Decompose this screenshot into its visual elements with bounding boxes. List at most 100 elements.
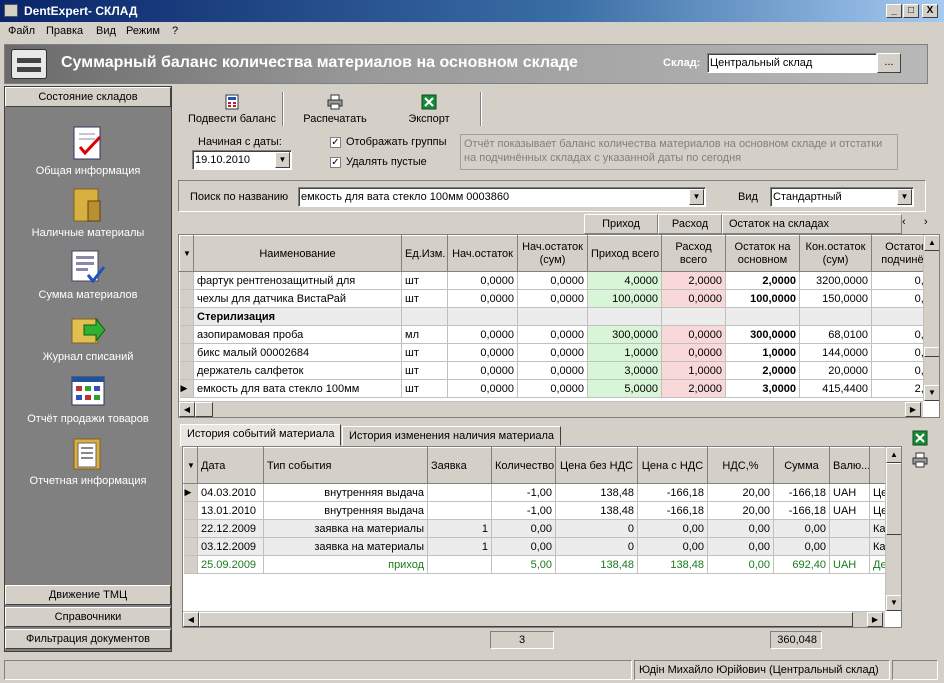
menu-help[interactable]: ? — [172, 25, 178, 37]
col-quantity[interactable]: Количество — [491, 447, 556, 484]
nav-cash-materials[interactable]: Наличные материалы — [5, 187, 171, 239]
menu-file[interactable]: Файл — [8, 25, 35, 37]
row-selector[interactable]: ▶ — [179, 379, 194, 398]
table-row[interactable]: 22.12.2009 заявка на материалы 1 0,00 0 0,00 0… — [183, 519, 886, 538]
row-selector[interactable] — [183, 519, 198, 538]
section-movement[interactable]: Движение ТМЦ — [5, 585, 171, 605]
col-name[interactable]: Наименование — [193, 235, 402, 272]
menu-edit[interactable]: Правка — [46, 25, 83, 37]
maximize-button[interactable]: □ — [903, 4, 919, 18]
export-button[interactable]: Экспорт — [402, 94, 456, 125]
col-vat[interactable]: НДС,% — [707, 447, 774, 484]
row-selector[interactable] — [179, 343, 194, 362]
warehouse-browse-button[interactable]: ... — [877, 53, 901, 73]
tab-availability-history[interactable]: История изменения наличия материала — [342, 426, 562, 446]
show-groups-checkbox[interactable]: ✓ — [330, 137, 341, 148]
chevron-down-icon[interactable]: ▼ — [924, 385, 939, 401]
horizontal-scrollbar[interactable]: ◀ ▶ — [179, 401, 923, 417]
cell-event-type: внутренняя выдача — [263, 501, 428, 520]
from-date-label: Начиная с даты: — [198, 136, 282, 148]
col-price-net[interactable]: Цена без НДС — [555, 447, 638, 484]
row-selector[interactable] — [179, 325, 194, 344]
chevron-left-icon[interactable]: ◀ — [179, 402, 195, 417]
scroll-thumb[interactable] — [199, 612, 853, 627]
col-start-sum[interactable]: Нач.остаток (сум) — [517, 235, 588, 272]
nav-general-info[interactable]: Общая информация — [5, 125, 171, 177]
row-selector[interactable] — [179, 289, 194, 308]
close-button[interactable]: X — [922, 4, 938, 18]
excel-icon[interactable] — [912, 430, 930, 448]
warehouse-label: Склад: — [663, 57, 701, 69]
tab-event-history[interactable]: История событий материала — [180, 424, 342, 446]
col-income[interactable]: Приход всего — [587, 235, 662, 272]
search-input[interactable]: емкость для вата стекло 100мм 0003860 ▼ — [298, 187, 706, 207]
row-selector-header[interactable]: ▼ — [179, 235, 194, 272]
scroll-thumb[interactable] — [886, 463, 901, 535]
print-button[interactable]: Распечатать — [300, 94, 370, 125]
chevron-up-icon[interactable]: ▲ — [924, 235, 939, 251]
table-row[interactable]: 13.01.2010 внутренняя выдача -1,00 138,48 -1… — [183, 501, 886, 520]
nav-writeoff-journal[interactable]: Журнал списаний — [5, 311, 171, 363]
vertical-scrollbar[interactable]: ▲ ▼ — [885, 447, 901, 611]
menu-mode[interactable]: Режим — [126, 25, 160, 37]
table-row[interactable]: бикс малый 00002684 шт 0,0000 0,0000 1,0000 0… — [179, 343, 939, 362]
chevron-right-icon[interactable]: ▶ — [905, 402, 921, 417]
col-event-type[interactable]: Тип события — [263, 447, 428, 484]
row-selector[interactable] — [179, 271, 194, 290]
horizontal-scrollbar[interactable]: ◀ ▶ — [183, 611, 885, 627]
section-warehouse-state[interactable]: Состояние складов — [5, 87, 171, 107]
col-request[interactable]: Заявка — [427, 447, 492, 484]
nav-reporting-info[interactable]: Отчетная информация — [5, 435, 171, 487]
col-date[interactable]: Дата — [197, 447, 264, 484]
table-row[interactable]: фартук рентгенозащитный для шт 0,0000 0,000… — [179, 271, 939, 290]
row-selector[interactable] — [183, 537, 198, 556]
row-selector[interactable] — [183, 555, 198, 574]
balance-button[interactable]: Подвести баланс — [184, 94, 280, 125]
chevron-down-icon[interactable]: ▼ — [886, 595, 901, 611]
nav-sales-report[interactable]: Отчёт продажи товаров — [5, 373, 171, 425]
menu-view[interactable]: Вид — [96, 25, 116, 37]
table-row[interactable]: чехлы для датчика ВистаРай шт 0,0000 0,0000… — [179, 289, 939, 308]
minimize-button[interactable]: _ — [886, 4, 902, 18]
printer-icon[interactable] — [912, 452, 930, 470]
table-row[interactable]: ▶ емкость для вата стекло 100мм шт 0,0000 0,… — [179, 379, 939, 398]
chevron-right-icon[interactable]: › — [924, 216, 928, 228]
col-expense[interactable]: Расход всего — [661, 235, 726, 272]
col-unit[interactable]: Ед.Изм. — [401, 235, 448, 272]
table-row[interactable]: держатель салфеток шт 0,0000 0,0000 3,0000 1,… — [179, 361, 939, 380]
col-end-sum[interactable]: Кон.остаток (сум) — [799, 235, 872, 272]
col-sum[interactable]: Сумма — [773, 447, 830, 484]
col-price-gross[interactable]: Цена с НДС — [637, 447, 708, 484]
table-row[interactable]: ▶ 04.03.2010 внутренняя выдача -1,00 138,48-… — [183, 483, 886, 502]
from-date-input[interactable]: 19.10.2010 ▼ — [192, 150, 292, 170]
col-main-stock[interactable]: Остаток на основном — [725, 235, 800, 272]
chevron-right-icon[interactable]: ▶ — [867, 612, 883, 627]
chevron-down-icon[interactable]: ▼ — [275, 152, 290, 168]
scroll-thumb[interactable] — [195, 402, 213, 417]
row-selector[interactable] — [179, 361, 194, 380]
scroll-thumb[interactable] — [924, 347, 939, 357]
vertical-scrollbar[interactable]: ▲ ▼ — [923, 235, 939, 401]
table-row[interactable]: 25.09.2009 приход 5,00 138,48 138,48 0,00 692,… — [183, 555, 886, 574]
group-row[interactable]: Стерилизация — [179, 307, 939, 326]
section-document-filter[interactable]: Фильтрация документов — [5, 629, 171, 649]
col-extra[interactable] — [869, 447, 886, 484]
row-selector[interactable] — [183, 501, 198, 520]
table-row[interactable]: 03.12.2009 заявка на материалы 1 0,00 0 0,00 0… — [183, 537, 886, 556]
col-currency[interactable]: Валю... — [829, 447, 870, 484]
chevron-down-icon[interactable]: ▼ — [689, 189, 704, 205]
chevron-left-icon[interactable]: ◀ — [183, 612, 199, 627]
row-selector[interactable] — [179, 307, 194, 326]
remove-empty-checkbox[interactable]: ✓ — [330, 157, 341, 168]
row-selector-header[interactable]: ▼ — [183, 447, 198, 484]
chevron-up-icon[interactable]: ▲ — [886, 447, 901, 463]
row-selector[interactable]: ▶ — [183, 483, 198, 502]
nav-materials-sum[interactable]: Сумма материалов — [5, 249, 171, 301]
warehouse-field[interactable]: Центральный склад — [707, 53, 877, 73]
col-start[interactable]: Нач.остаток — [447, 235, 518, 272]
view-select[interactable]: Стандартный ▼ — [770, 187, 914, 207]
section-references[interactable]: Справочники — [5, 607, 171, 627]
chevron-left-icon[interactable]: ‹ — [902, 216, 906, 228]
chevron-down-icon[interactable]: ▼ — [897, 189, 912, 205]
table-row[interactable]: азопирамовая проба мл 0,0000 0,0000 300,0000… — [179, 325, 939, 344]
